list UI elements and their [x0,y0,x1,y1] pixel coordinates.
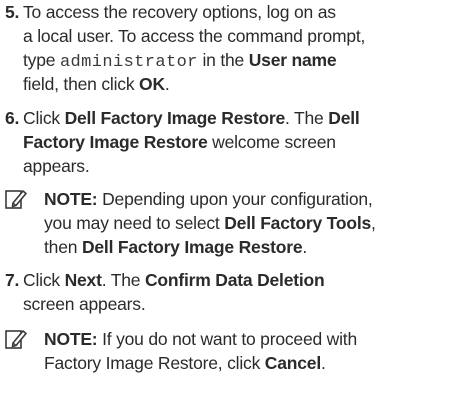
text-line: Click Dell Factory Image Restore. The De… [23,106,360,130]
text-run: If you do not want to proceed with [97,329,358,349]
bold-text: OK [139,74,165,94]
bold-text: Dell [328,108,360,128]
text-line: type administrator in the User name [23,48,337,75]
text-run: . [302,237,308,257]
bold-text: Dell Factory Image Restore [64,108,286,128]
text-run: Depending upon your configuration, [97,189,373,209]
text-line: screen appears. [23,292,146,316]
text-line: appears. [23,154,90,178]
text-run: appears. [23,156,90,176]
text-run: To access the recovery options, log on a… [23,2,336,22]
step-5: 5. To access the recovery options, log o… [0,0,451,100]
code-text: administrator [59,53,198,72]
text-run: in the [197,50,249,70]
text-line: To access the recovery options, log on a… [23,0,336,24]
text-run: you may need to select [44,213,225,233]
bold-text: User name [248,50,337,70]
step-number: 5. [5,2,20,22]
text-run: . The [285,108,329,128]
text-run: screen appears. [23,294,146,314]
text-line: then Dell Factory Image Restore. [44,235,307,259]
text-run: field, then click [23,74,140,94]
bold-text: Dell Factory Tools [224,213,372,233]
bold-text: Next [64,270,102,290]
note-2: NOTE: If you do not want to proceed with… [0,327,451,379]
bold-text: Dell Factory Image Restore [81,237,303,257]
note-1: NOTE: Depending upon your configuration,… [0,187,451,263]
text-line: Factory Image Restore welcome screen [23,130,336,154]
text-run: Click [23,108,65,128]
note-pencil-icon [5,190,27,209]
text-run: type [23,50,60,70]
text-line: field, then click OK. [23,72,170,96]
text-run: , [371,213,376,233]
bold-text: Cancel [264,353,321,373]
text-line: NOTE: If you do not want to proceed with [44,327,357,351]
bold-text: NOTE: [44,189,98,209]
bold-text: Confirm Data Deletion [144,270,325,290]
step-6: 6. Click Dell Factory Image Restore. The… [0,106,451,182]
text-run: a local user. To access the command prom… [23,26,366,46]
text-run: . The [101,270,145,290]
text-run: then [44,237,82,257]
step-number: 7. [5,270,20,290]
bold-text: Factory Image Restore [23,132,208,152]
text-run: . [321,353,326,373]
text-line: a local user. To access the command prom… [23,24,365,48]
note-pencil-icon [5,330,27,349]
text-line: Factory Image Restore, click Cancel. [44,351,326,375]
text-run: welcome screen [207,132,336,152]
text-run: Factory Image Restore, click [44,353,265,373]
step-number: 6. [5,108,20,128]
step-7: 7. Click Next. The Confirm Data Deletion… [0,268,451,320]
text-run: Click [23,270,65,290]
text-line: you may need to select Dell Factory Tool… [44,211,376,235]
text-run: . [164,74,170,94]
bold-text: NOTE: [44,329,98,349]
document-page: 5. To access the recovery options, log o… [0,0,451,419]
text-line: NOTE: Depending upon your configuration, [44,187,373,211]
text-line: Click Next. The Confirm Data Deletion [23,268,325,292]
